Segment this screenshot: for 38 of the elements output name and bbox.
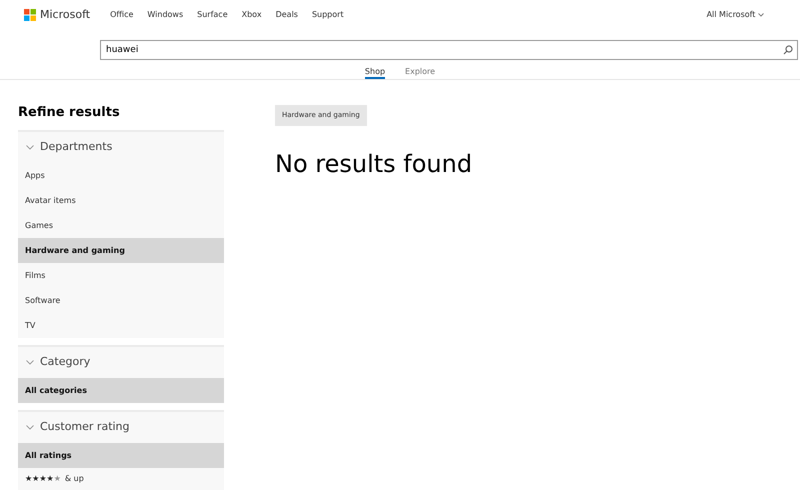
nav-link[interactable]: Deals bbox=[276, 9, 298, 21]
no-results-heading: No results found bbox=[275, 148, 472, 180]
star-icon: ★ bbox=[39, 473, 47, 485]
rating-label: & up bbox=[64, 473, 84, 485]
filter-item[interactable]: Software bbox=[18, 288, 224, 313]
all-microsoft-menu[interactable]: All Microsoft bbox=[706, 9, 764, 21]
star-icon: ★ bbox=[54, 473, 61, 485]
section-header[interactable]: Departments bbox=[18, 132, 224, 163]
filter-item[interactable]: Avatar items bbox=[18, 188, 224, 213]
filter-item[interactable]: Films bbox=[18, 263, 224, 288]
filter-item[interactable]: ★★★★★ & up bbox=[18, 468, 224, 490]
tab[interactable]: Shop bbox=[364, 64, 386, 79]
filter-item[interactable]: All ratings bbox=[18, 443, 224, 468]
section-header[interactable]: Category bbox=[18, 347, 224, 378]
nav-link[interactable]: Windows bbox=[147, 9, 184, 21]
nav-link[interactable]: Xbox bbox=[242, 9, 262, 21]
chevron-down-icon bbox=[26, 145, 34, 150]
filter-item[interactable]: All categories bbox=[18, 378, 224, 403]
search-icon[interactable] bbox=[783, 45, 793, 55]
logo-text[interactable]: Microsoft bbox=[40, 6, 90, 24]
filter-item[interactable]: Games bbox=[18, 213, 224, 238]
filter-item[interactable]: Hardware and gaming bbox=[18, 238, 224, 263]
star-icon: ★ bbox=[25, 473, 32, 485]
star-icon: ★ bbox=[32, 473, 40, 485]
chevron-down-icon bbox=[26, 360, 34, 365]
chevron-down-icon bbox=[26, 425, 34, 430]
search-field[interactable]: huawei bbox=[100, 40, 798, 60]
tab[interactable]: Explore bbox=[405, 64, 436, 79]
section-header[interactable]: Customer rating bbox=[18, 412, 224, 443]
star-icon: ★ bbox=[46, 473, 54, 485]
logo-icon[interactable] bbox=[24, 9, 36, 21]
sidebar-title: Refine results bbox=[18, 104, 121, 122]
chevron-down-icon bbox=[758, 12, 764, 17]
nav-link[interactable]: Office bbox=[110, 9, 134, 21]
nav-link[interactable]: Surface bbox=[197, 9, 228, 21]
filter-item[interactable]: Apps bbox=[18, 163, 224, 188]
filter-item[interactable]: TV bbox=[18, 313, 224, 338]
nav-link[interactable]: Support bbox=[312, 9, 344, 21]
